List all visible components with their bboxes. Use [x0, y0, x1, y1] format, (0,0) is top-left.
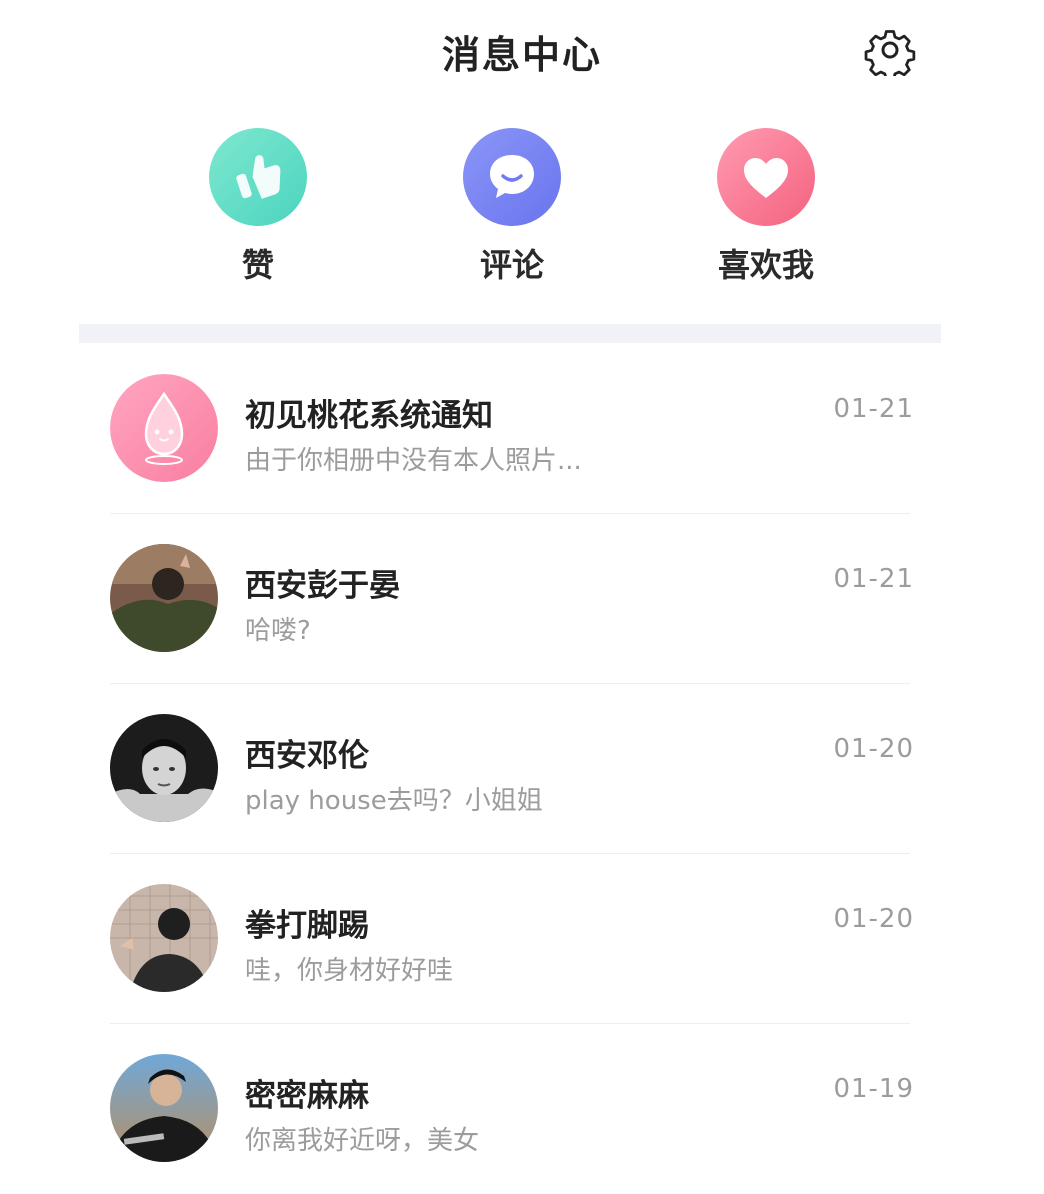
user-photo-avatar-icon — [110, 544, 218, 652]
sender-name: 初见桃花系统通知 — [245, 398, 493, 434]
message-row[interactable]: 西安彭于晏 哈喽? 01-21 — [0, 514, 1044, 684]
heart-icon — [744, 158, 788, 198]
message-preview: play house去吗？小姐姐 — [245, 786, 543, 816]
comments-label: 评论 — [479, 246, 544, 284]
message-time: 01-21 — [833, 394, 914, 424]
message-time: 01-20 — [833, 904, 914, 934]
comments-button[interactable]: 评论 — [422, 128, 602, 286]
user-photo-avatar-icon — [110, 1054, 218, 1162]
user-photo-avatar-icon — [110, 714, 218, 822]
message-time: 01-21 — [833, 564, 914, 594]
settings-button[interactable] — [864, 24, 916, 76]
comments-circle — [463, 128, 561, 226]
likes-circle — [209, 128, 307, 226]
sender-name: 拳打脚踢 — [245, 908, 369, 944]
message-preview: 你离我好近呀，美女 — [245, 1126, 480, 1156]
thumbs-up-icon — [236, 155, 281, 199]
likes-me-label: 喜欢我 — [717, 246, 814, 284]
message-time: 01-19 — [833, 1074, 914, 1104]
message-row[interactable]: 拳打脚踢 哇，你身材好好哇 01-20 — [0, 854, 1044, 1024]
avatar — [110, 714, 218, 822]
sender-name: 西安彭于晏 — [245, 568, 400, 604]
message-row[interactable]: 初见桃花系统通知 由于你相册中没有本人照片... 01-21 — [0, 344, 1044, 514]
gear-icon — [864, 30, 916, 76]
likes-button[interactable]: 赞 — [168, 128, 348, 286]
message-preview: 哈喽? — [245, 616, 311, 646]
avatar — [110, 374, 218, 482]
system-mascot-avatar-icon — [110, 374, 218, 482]
user-photo-avatar-icon — [110, 884, 218, 992]
avatar — [110, 884, 218, 992]
message-time: 01-20 — [833, 734, 914, 764]
header: 消息中心 — [0, 0, 1044, 100]
avatar — [110, 544, 218, 652]
chat-bubble-icon — [490, 155, 534, 198]
likes-me-circle — [717, 128, 815, 226]
message-preview: 哇，你身材好好哇 — [245, 956, 454, 986]
sender-name: 西安邓伦 — [245, 738, 369, 774]
likes-me-button[interactable]: 喜欢我 — [676, 128, 856, 286]
message-row[interactable]: 密密麻麻 你离我好近呀，美女 01-19 — [0, 1024, 1044, 1194]
likes-label: 赞 — [241, 246, 274, 284]
avatar — [110, 1054, 218, 1162]
quick-actions: 赞 评论 喜欢我 — [0, 128, 1044, 308]
message-preview: 由于你相册中没有本人照片... — [245, 446, 582, 476]
section-divider — [79, 324, 941, 343]
sender-name: 密密麻麻 — [245, 1078, 369, 1114]
message-row[interactable]: 西安邓伦 play house去吗？小姐姐 01-20 — [0, 684, 1044, 854]
